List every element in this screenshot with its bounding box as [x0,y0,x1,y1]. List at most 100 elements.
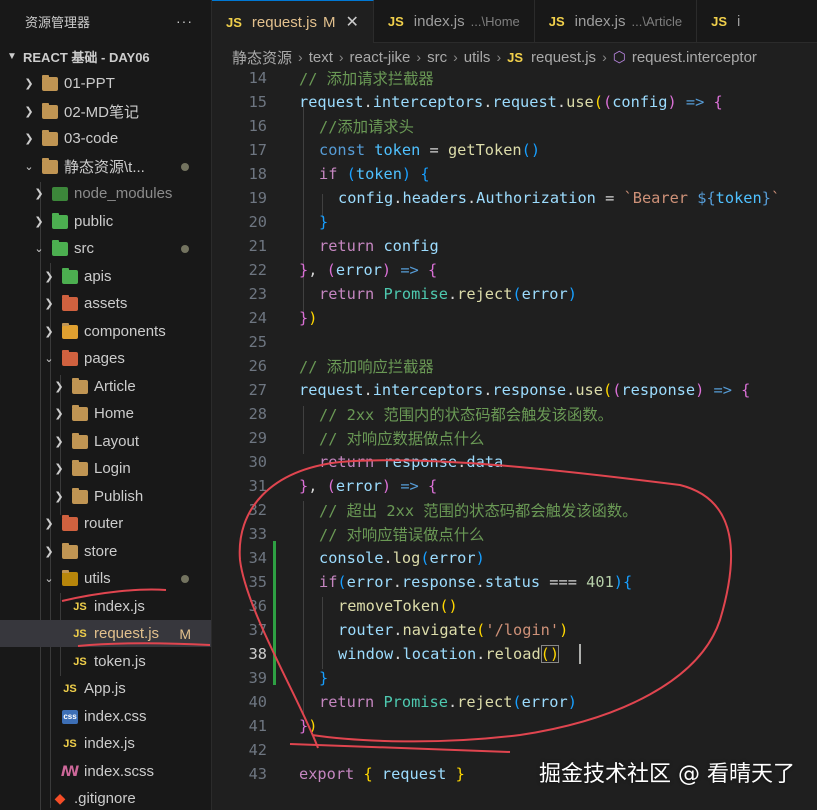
code-line: 29 // 对响应数据做点什么 [212,426,817,450]
tree-item-apis[interactable]: ❯ apis [0,263,211,290]
token: => [391,261,428,279]
more-actions-icon[interactable]: ··· [176,13,193,29]
tree-item-index-css[interactable]: ❯ css index.css [0,703,211,730]
tree-item-label: index.js [94,598,145,615]
token: { [427,261,438,279]
editor-area: JS request.js M ✕ JS index.js ...\Home J… [212,0,817,810]
tree-item-token-js[interactable]: ❯ JS token.js [0,648,211,675]
line-number: 18 [248,165,267,183]
tree-item-publish[interactable]: ❯ Publish [0,483,211,510]
breadcrumb-item[interactable]: request.js [531,49,596,66]
tree-item-label: request.js [94,625,160,642]
tab-description: ...\Article [631,14,683,29]
token: } [761,189,771,207]
token: error [335,477,382,495]
tree-item-layout[interactable]: ❯ Layout [0,428,211,455]
tree-item-index-js[interactable]: ❯ JS index.js [0,730,211,757]
token: = [420,141,448,159]
js-file-icon: JS [73,600,87,613]
token: . [466,189,477,207]
tree-item-gitignore[interactable]: ❯ ◆ .gitignore [0,785,211,810]
code-line: 17 const token = getToken() [212,138,817,162]
line-number: 37 [248,621,267,639]
tree-item-label: 02-MD笔记 [64,104,140,121]
line-number: 41 [248,717,267,735]
tree-item-login[interactable]: ❯ Login [0,455,211,482]
token: interceptors [372,93,484,111]
tree-item-src[interactable]: ⌄ src [0,235,211,262]
token: export [299,765,364,783]
workspace-section-header[interactable]: ▼ REACT 基础 - DAY06 [0,42,211,70]
close-icon[interactable]: ✕ [345,12,358,32]
tree-item-store[interactable]: ❯ store [0,538,211,565]
token: ( [337,573,347,591]
breadcrumb-item[interactable]: react-jike [350,49,411,66]
tree-item-components[interactable]: ❯ components [0,318,211,345]
tree-item-label: Layout [94,433,140,450]
token: ( [326,261,336,279]
line-number: 20 [248,213,267,231]
token: if [319,573,338,591]
tab-label: i [737,13,741,30]
tab-overflow[interactable]: JS i [697,0,754,43]
tab-home-index-js[interactable]: JS index.js ...\Home [374,0,535,43]
tree-item-request-js[interactable]: ❯ JS request.js M [0,620,211,647]
token: ) [401,165,412,183]
line-number: 35 [248,573,267,591]
token: () [540,645,560,663]
tree-item-index-scss[interactable]: ❯ ꟿ index.scss [0,758,211,785]
token: Authorization [476,189,596,207]
breadcrumb-item[interactable]: request.interceptor [632,49,757,66]
git-file-icon: ◆ [54,790,66,806]
line-code: }, (error) => { [299,261,437,279]
breadcrumb-item[interactable]: 静态资源 [232,47,292,68]
explorer-title: 资源管理器 [25,14,91,30]
line-number: 14 [248,69,267,87]
token: error [521,693,568,711]
tab-request-js[interactable]: JS request.js M ✕ [212,0,374,43]
token: . [475,573,485,591]
tab-article-index-js[interactable]: JS index.js ...\Article [535,0,698,43]
token: config [383,237,439,255]
js-file-icon: JS [73,627,87,640]
tree-item-01-ppt[interactable]: ❯ 01-PPT [0,70,211,97]
tree-item-article[interactable]: ❯ Article [0,373,211,400]
token: . [566,381,576,399]
code-line: 41 }) [212,714,817,738]
line-number: 26 [248,357,267,375]
tree-item-static-assets[interactable]: ⌄ 静态资源\t... [0,153,211,180]
chevron-right-icon: ❯ [54,463,64,475]
token: headers [402,189,467,207]
line-number: 31 [248,477,267,495]
public-folder-icon [52,212,68,229]
token: ) [613,573,624,591]
comment: //添加请求头 [319,118,414,136]
line-code: return config [319,237,439,255]
tree-item-label: Home [94,405,135,422]
tree-item-app-js[interactable]: ❯ JS App.js [0,675,211,702]
tree-item-pages[interactable]: ⌄ pages [0,345,211,372]
code-line: 16 //添加请求头 [212,114,817,138]
tree-item-router[interactable]: ❯ router [0,510,211,537]
tree-item-utils-index-js[interactable]: ❯ JS index.js [0,593,211,620]
tree-item-label: App.js [84,680,126,697]
breadcrumb-item[interactable]: src [427,49,447,66]
tree-item-02-md[interactable]: ❯ 02-MD笔记 [0,98,211,125]
tree-item-label: pages [84,350,125,367]
breadcrumb-item[interactable]: utils [464,49,491,66]
src-folder-icon [52,239,68,256]
tree-item-label: store [84,543,118,560]
token: . [457,453,467,471]
js-file-icon: JS [63,682,77,695]
tree-item-public[interactable]: ❯ public [0,208,211,235]
tree-item-utils[interactable]: ⌄ utils [0,565,211,592]
tree-item-assets[interactable]: ❯ assets [0,290,211,317]
tree-item-node-modules[interactable]: ❯ node_modules [0,180,211,207]
chevron-down-icon: ⌄ [24,161,34,173]
token: ) [567,285,577,303]
tab-label: request.js [251,13,317,31]
tree-item-home[interactable]: ❯ Home [0,400,211,427]
breadcrumb-item[interactable]: text [309,49,333,66]
tree-item-03-code[interactable]: ❯ 03-code [0,125,211,152]
line-number: 43 [248,765,267,783]
